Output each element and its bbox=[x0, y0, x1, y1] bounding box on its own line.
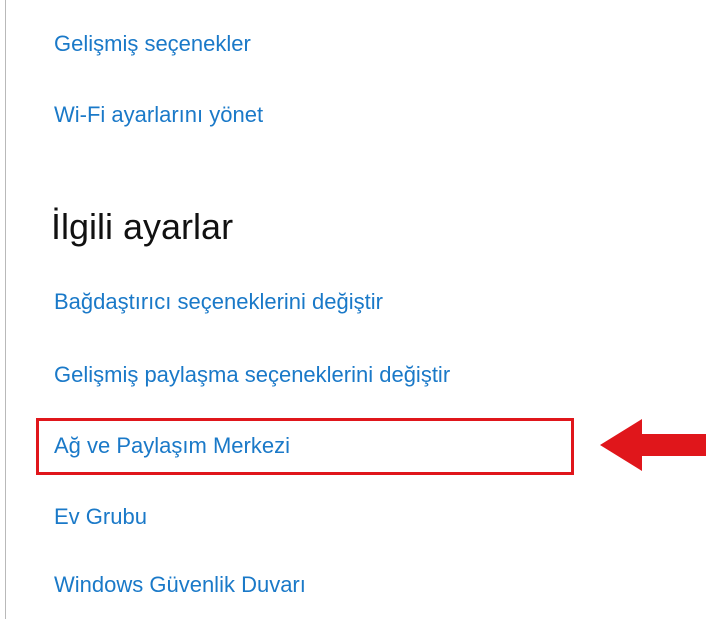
link-homegroup[interactable]: Ev Grubu bbox=[54, 503, 147, 531]
link-change-advanced-sharing-options[interactable]: Gelişmiş paylaşma seçeneklerini değiştir bbox=[54, 361, 450, 389]
link-manage-wifi-settings[interactable]: Wi-Fi ayarlarını yönet bbox=[54, 101, 263, 129]
link-change-adapter-options[interactable]: Bağdaştırıcı seçeneklerini değiştir bbox=[54, 288, 383, 316]
panel-left-border bbox=[5, 0, 6, 619]
red-left-arrow-icon bbox=[600, 419, 706, 471]
highlight-box bbox=[36, 418, 574, 475]
link-advanced-options[interactable]: Gelişmiş seçenekler bbox=[54, 30, 251, 58]
link-windows-firewall[interactable]: Windows Güvenlik Duvarı bbox=[54, 571, 306, 599]
settings-panel: Gelişmiş seçenekler Wi-Fi ayarlarını yön… bbox=[0, 0, 721, 619]
related-settings-heading: İlgili ayarlar bbox=[51, 206, 234, 247]
